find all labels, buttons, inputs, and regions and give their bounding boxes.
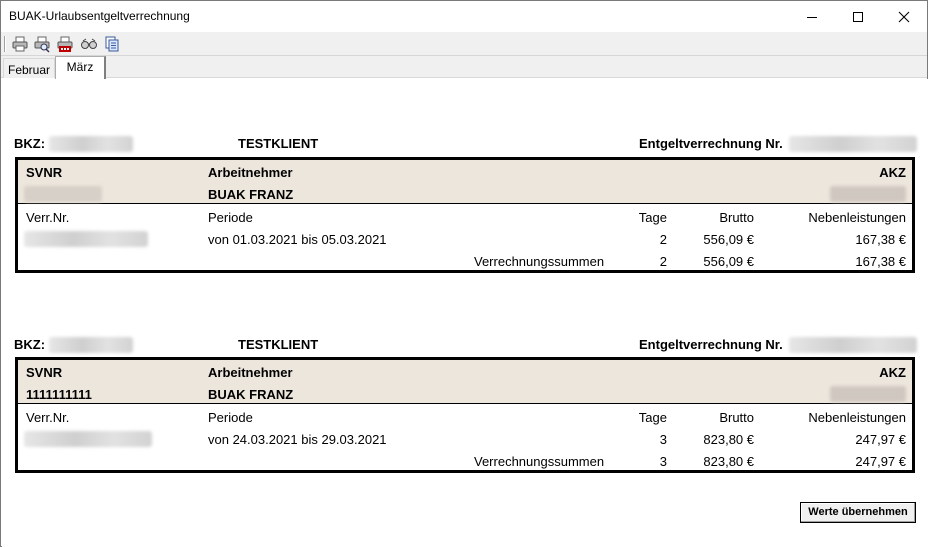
sum-days-value: 2 <box>659 254 667 269</box>
period-value: von 01.03.2021 bis 05.03.2021 <box>208 232 387 247</box>
view-button[interactable] <box>80 35 98 53</box>
toolbar-grip <box>4 36 6 52</box>
entry-header-line: BKZ: TESTKLIENT Entgeltverrechnung Nr. <box>14 136 918 154</box>
nebenleistungen-label: Nebenleistungen <box>808 210 906 225</box>
window-title: BUAK-Urlaubsentgeltverrechnung <box>9 9 190 23</box>
svnr-value-redacted <box>24 186 102 202</box>
svnr-label: SVNR <box>26 365 63 380</box>
client-name: TESTKLIENT <box>238 136 319 151</box>
print-pdf-icon <box>57 36 73 52</box>
sum-days-value: 3 <box>659 454 667 469</box>
client-name: TESTKLIENT <box>238 337 319 352</box>
tab-maerz[interactable]: März <box>55 56 106 79</box>
print-preview-icon <box>34 36 50 53</box>
verr-nr-label: Verr.Nr. <box>26 410 70 425</box>
akz-label: AKZ <box>879 365 906 380</box>
entry-header-line: BKZ: TESTKLIENT Entgeltverrechnung Nr. <box>14 337 918 355</box>
akz-value-redacted <box>830 386 906 402</box>
month-tabs: Februar März <box>1 56 927 79</box>
verr-nr-label: Verr.Nr. <box>26 210 70 225</box>
entry-employee-header: SVNR Arbeitnehmer AKZ 1111111111 BUAK FR… <box>18 360 912 404</box>
periode-label: Periode <box>208 410 253 425</box>
bkz-label: BKZ: <box>14 136 46 151</box>
sum-extras-value: 247,97 € <box>855 454 906 469</box>
verr-nr-value-redacted <box>24 431 152 447</box>
report-area: BKZ: TESTKLIENT Entgeltverrechnung Nr. S… <box>2 79 928 547</box>
summen-label: Verrechnungssummen <box>474 254 605 269</box>
print-pdf-button[interactable] <box>56 35 74 53</box>
svnr-value: 1111111111 <box>26 387 92 402</box>
entry-box: SVNR Arbeitnehmer AKZ BUAK FRANZ Verr.Nr… <box>15 157 915 273</box>
arbeitnehmer-label: Arbeitnehmer <box>208 365 293 380</box>
title-bar[interactable]: BUAK-Urlaubsentgeltverrechnung <box>1 1 927 32</box>
print-button[interactable] <box>11 35 29 53</box>
arbeitnehmer-label: Arbeitnehmer <box>208 165 293 180</box>
tage-label: Tage <box>638 410 667 425</box>
app-window: BUAK-Urlaubsentgeltverrechnung Februar M… <box>0 0 928 547</box>
print-icon <box>12 36 28 52</box>
minimize-button[interactable] <box>789 1 835 32</box>
copy-icon <box>105 36 119 52</box>
svnr-label: SVNR <box>26 165 63 180</box>
bkz-value-redacted <box>49 337 133 353</box>
copy-button[interactable] <box>103 35 121 53</box>
bkz-label: BKZ: <box>14 337 46 352</box>
minimize-icon <box>807 16 817 18</box>
gross-value: 556,09 € <box>703 232 754 247</box>
employee-name: BUAK FRANZ <box>208 387 294 402</box>
entgeltverrechnung-label: Entgeltverrechnung Nr. <box>639 136 783 151</box>
close-icon <box>898 11 910 22</box>
entry-employee-header: SVNR Arbeitnehmer AKZ BUAK FRANZ <box>18 160 912 204</box>
gross-value: 823,80 € <box>703 432 754 447</box>
entgeltverrechnung-number-redacted <box>789 136 917 152</box>
entry-box: SVNR Arbeitnehmer AKZ 1111111111 BUAK FR… <box>15 357 915 473</box>
extras-value: 247,97 € <box>855 432 906 447</box>
brutto-label: Brutto <box>719 410 754 425</box>
akz-label: AKZ <box>879 165 906 180</box>
sum-extras-value: 167,38 € <box>855 254 906 269</box>
akz-value-redacted <box>830 186 906 202</box>
tage-label: Tage <box>638 210 667 225</box>
entgeltverrechnung-number-redacted <box>789 337 917 353</box>
verr-nr-value-redacted <box>24 231 148 247</box>
maximize-icon <box>853 11 863 22</box>
view-icon <box>81 38 97 49</box>
print-preview-button[interactable] <box>33 35 51 53</box>
tab-februar[interactable]: Februar <box>3 58 55 78</box>
days-value: 2 <box>659 232 667 247</box>
werte-uebernehmen-button[interactable]: Werte übernehmen <box>800 502 916 523</box>
sum-gross-value: 556,09 € <box>703 254 754 269</box>
days-value: 3 <box>659 432 667 447</box>
toolbar <box>1 32 927 56</box>
bkz-value-redacted <box>49 136 133 152</box>
summen-label: Verrechnungssummen <box>474 454 605 469</box>
period-value: von 24.03.2021 bis 29.03.2021 <box>208 432 387 447</box>
employee-name: BUAK FRANZ <box>208 187 294 202</box>
sum-gross-value: 823,80 € <box>703 454 754 469</box>
periode-label: Periode <box>208 210 253 225</box>
entgeltverrechnung-label: Entgeltverrechnung Nr. <box>639 337 783 352</box>
nebenleistungen-label: Nebenleistungen <box>808 410 906 425</box>
extras-value: 167,38 € <box>855 232 906 247</box>
maximize-button[interactable] <box>835 1 881 32</box>
brutto-label: Brutto <box>719 210 754 225</box>
close-button[interactable] <box>881 1 927 32</box>
